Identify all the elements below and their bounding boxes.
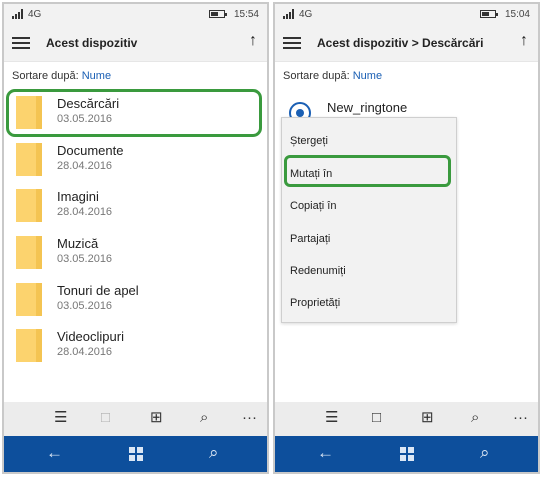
- up-arrow-icon[interactable]: ↑: [520, 32, 528, 50]
- nav-bar: ← ⌕: [4, 436, 267, 472]
- network-label: 4G: [28, 9, 42, 20]
- sort-value[interactable]: Nume: [82, 70, 111, 82]
- folder-icon: [16, 283, 42, 316]
- folder-item-videoclipuri[interactable]: Videoclipuri 28.04.2016: [9, 325, 259, 367]
- status-bar: 4G 15:04: [275, 4, 538, 26]
- menu-item-rename[interactable]: Redenumiți: [290, 265, 346, 277]
- app-bar: ☰ □ ⊞ ⌕ ···: [275, 402, 538, 436]
- windows-icon[interactable]: [400, 447, 414, 461]
- select-icon[interactable]: ☰: [325, 409, 338, 427]
- folder-item-descarcari[interactable]: Descărcări 03.05.2016: [6, 89, 262, 137]
- view-grid-icon[interactable]: ⊞: [421, 409, 434, 427]
- new-item-icon[interactable]: □: [372, 409, 381, 427]
- menu-item-properties[interactable]: Proprietăți: [290, 297, 340, 309]
- context-menu: Ștergeți Mutați în Copiați în Partajați …: [281, 117, 457, 323]
- back-icon[interactable]: ←: [46, 444, 63, 462]
- up-arrow-icon[interactable]: ↑: [249, 32, 257, 50]
- title-bar: Acest dispozitiv ↑: [4, 26, 267, 62]
- signal-icon: [283, 9, 295, 19]
- status-bar: 4G 15:54: [4, 4, 267, 26]
- phone-screen-left: 4G 15:54 Acest dispozitiv ↑ Sortare după…: [2, 2, 269, 474]
- folder-name: Videoclipuri: [57, 329, 124, 344]
- folder-item-muzica[interactable]: Muzică 03.05.2016: [9, 232, 259, 274]
- hamburger-menu-icon[interactable]: [283, 36, 301, 50]
- phone-screen-right: 4G 15:04 Acest dispozitiv > Descărcări ↑…: [273, 2, 540, 474]
- folder-date: 03.05.2016: [57, 113, 113, 125]
- view-grid-icon[interactable]: ⊞: [150, 409, 163, 427]
- menu-item-copy-to[interactable]: Copiați în: [290, 200, 336, 212]
- search-icon[interactable]: ⌕: [471, 409, 479, 427]
- sort-label: Sortare după:: [283, 70, 350, 82]
- sort-value[interactable]: Nume: [353, 70, 382, 82]
- app-bar: ☰ □ ⊞ ⌕ ···: [4, 402, 267, 436]
- search-icon[interactable]: ⌕: [480, 444, 490, 462]
- network-label: 4G: [299, 9, 313, 20]
- folder-name: Muzică: [57, 236, 99, 251]
- title-bar: Acest dispozitiv > Descărcări ↑: [275, 26, 538, 62]
- folder-icon: [16, 329, 42, 362]
- breadcrumb: Acest dispozitiv > Descărcări: [317, 36, 484, 50]
- search-icon[interactable]: ⌕: [200, 409, 208, 427]
- nav-bar: ← ⌕: [275, 436, 538, 472]
- sort-control[interactable]: Sortare după: Nume: [283, 70, 382, 82]
- folder-name: Descărcări: [57, 96, 120, 111]
- folder-item-imagini[interactable]: Imagini 28.04.2016: [9, 185, 259, 227]
- folder-name: Tonuri de apel: [57, 283, 139, 298]
- folder-name: Documente: [57, 143, 124, 158]
- windows-icon[interactable]: [129, 447, 143, 461]
- signal-icon: [12, 9, 24, 19]
- folder-date: 28.04.2016: [57, 346, 113, 358]
- folder-icon: [16, 96, 42, 129]
- select-icon[interactable]: ☰: [54, 409, 67, 427]
- folder-name: Imagini: [57, 189, 99, 204]
- sort-label: Sortare după:: [12, 70, 79, 82]
- folder-date: 28.04.2016: [57, 160, 113, 172]
- folder-item-documente[interactable]: Documente 28.04.2016: [9, 139, 259, 181]
- menu-item-move-to[interactable]: Mutați în: [290, 168, 332, 180]
- clock: 15:04: [504, 9, 530, 20]
- battery-icon: [209, 10, 227, 18]
- folder-date: 03.05.2016: [57, 253, 113, 265]
- more-icon[interactable]: ···: [513, 409, 528, 427]
- folder-icon: [16, 143, 42, 176]
- menu-item-share[interactable]: Partajați: [290, 233, 330, 245]
- folder-date: 28.04.2016: [57, 206, 113, 218]
- page-title: Acest dispozitiv: [46, 36, 138, 50]
- folder-date: 03.05.2016: [57, 300, 113, 312]
- battery-icon: [480, 10, 498, 18]
- folder-icon: [16, 236, 42, 269]
- more-icon[interactable]: ···: [242, 409, 257, 427]
- menu-item-delete[interactable]: Ștergeți: [290, 135, 328, 147]
- new-item-icon[interactable]: □: [101, 409, 110, 427]
- back-icon[interactable]: ←: [317, 444, 334, 462]
- folder-item-tonuri-de-apel[interactable]: Tonuri de apel 03.05.2016: [9, 279, 259, 321]
- hamburger-menu-icon[interactable]: [12, 36, 30, 50]
- file-name[interactable]: New_ringtone: [327, 100, 407, 115]
- search-icon[interactable]: ⌕: [209, 444, 219, 462]
- sort-control[interactable]: Sortare după: Nume: [12, 70, 111, 82]
- folder-icon: [16, 189, 42, 222]
- clock: 15:54: [233, 9, 259, 20]
